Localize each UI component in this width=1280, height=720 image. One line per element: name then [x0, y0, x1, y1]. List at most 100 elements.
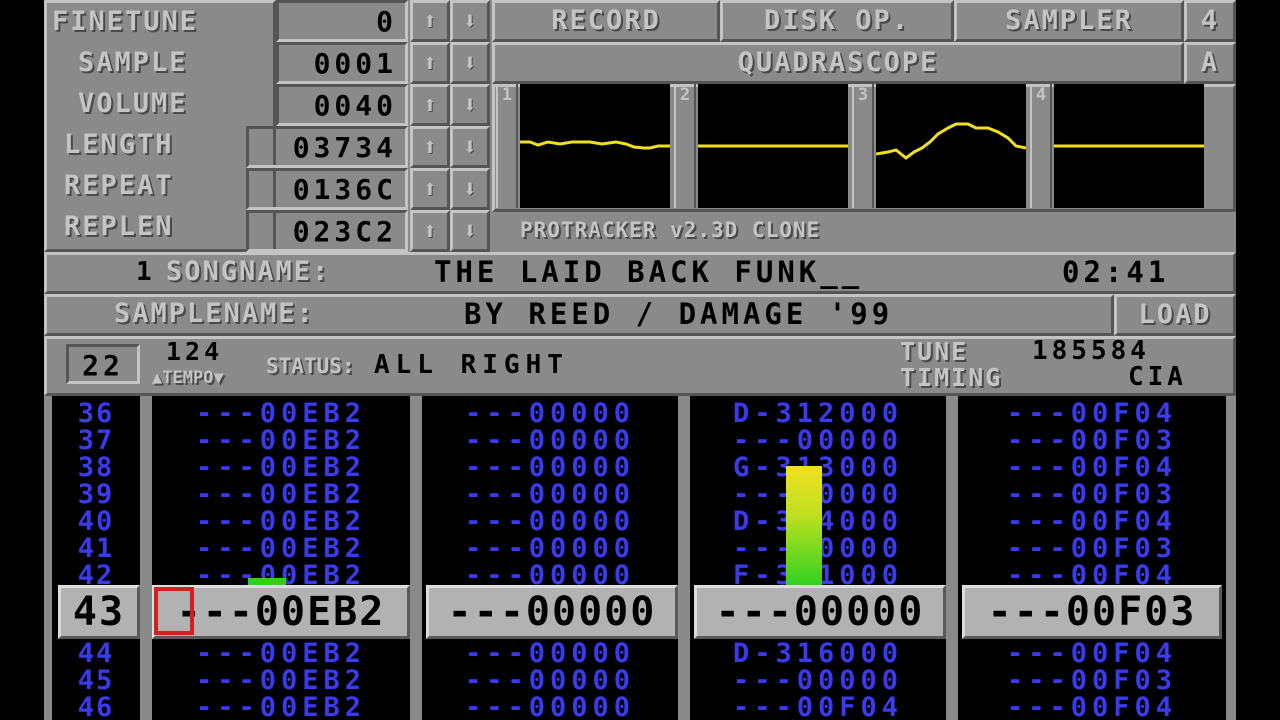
- pattern-cell[interactable]: ---00000: [422, 400, 678, 427]
- row-number: 37: [77, 425, 115, 456]
- pattern-cell[interactable]: ---00EB2: [152, 508, 410, 535]
- song-time: 02:41: [1062, 255, 1170, 289]
- load-button[interactable]: LOAD: [1114, 294, 1236, 336]
- pattern-cell[interactable]: D-316000: [690, 640, 946, 667]
- replen-up-arrow-icon[interactable]: ⬆: [410, 210, 450, 252]
- pattern-cell[interactable]: ---00F03: [958, 481, 1226, 508]
- pattern-cell[interactable]: ---00EB2: [152, 400, 410, 427]
- pattern-cell[interactable]: ---00F04: [958, 454, 1226, 481]
- scope-channel-3[interactable]: [876, 84, 1026, 208]
- current-row-number: 43: [58, 585, 140, 639]
- pattern-channel-2[interactable]: ---00000 ---00000 ---00000 ---00000 ---0…: [422, 396, 678, 720]
- volume-up-arrow-icon[interactable]: ⬆: [410, 84, 450, 126]
- sample-value[interactable]: 0001: [276, 42, 408, 84]
- pattern-cell[interactable]: ---00000: [422, 640, 678, 667]
- pattern-cell[interactable]: ---00EB2: [152, 640, 410, 667]
- length-label: LENGTH: [64, 129, 174, 160]
- pattern-cell[interactable]: ---00000: [422, 454, 678, 481]
- version-label: PROTRACKER v2.3D CLONE: [520, 218, 821, 242]
- length-down-arrow-icon[interactable]: ⬇: [450, 126, 490, 168]
- repeat-label: REPEAT: [64, 170, 174, 201]
- pattern-cell[interactable]: ---00F03: [958, 427, 1226, 454]
- pattern-cell[interactable]: ---00EB2: [152, 454, 410, 481]
- volume-down-arrow-icon[interactable]: ⬇: [450, 84, 490, 126]
- scope-channel-1-number[interactable]: 1: [496, 84, 518, 208]
- pattern-cell[interactable]: ---00000: [422, 535, 678, 562]
- edit-cursor[interactable]: [154, 587, 194, 635]
- finetune-down-arrow-icon[interactable]: ⬇: [450, 0, 490, 42]
- scope-channel-1[interactable]: [520, 84, 670, 208]
- sampler-button[interactable]: SAMPLER: [954, 0, 1184, 42]
- vu-meter-channel-1: [248, 578, 286, 585]
- finetune-value[interactable]: 0: [276, 0, 408, 42]
- pattern-channel-4[interactable]: ---00F04 ---00F03 ---00F04 ---00F03 ---0…: [958, 396, 1226, 720]
- volume-value[interactable]: 0040: [276, 84, 408, 126]
- current-row-channel-2[interactable]: ---00000: [426, 585, 678, 639]
- pattern-cell[interactable]: ---00EB2: [152, 535, 410, 562]
- row-number: 38: [77, 452, 115, 483]
- samplename-field[interactable]: BY REED / DAMAGE '99: [464, 294, 893, 334]
- tempo-up-arrow-icon[interactable]: ▲: [152, 368, 162, 388]
- pattern-cell[interactable]: ---00EB2: [152, 427, 410, 454]
- row-number: 36: [77, 398, 115, 429]
- protracker-window: FINETUNE SAMPLE VOLUME LENGTH REPEAT REP…: [44, 0, 1236, 720]
- current-row-channel-4[interactable]: ---00F03: [962, 585, 1222, 639]
- quadrascope-title[interactable]: QUADRASCOPE: [492, 42, 1184, 84]
- timing-label: TIMING: [900, 363, 1003, 392]
- replen-value[interactable]: 023C2: [246, 210, 408, 252]
- repeat-up-arrow-icon[interactable]: ⬆: [410, 168, 450, 210]
- a-button[interactable]: A: [1184, 42, 1236, 84]
- pattern-cell[interactable]: ---00F04: [690, 694, 946, 720]
- length-value[interactable]: 03734: [246, 126, 408, 168]
- pattern-cell[interactable]: ---00000: [422, 694, 678, 720]
- disk-op-button[interactable]: DISK OP.: [720, 0, 954, 42]
- row-number: 44: [77, 638, 115, 669]
- four-button[interactable]: 4: [1184, 0, 1236, 42]
- volume-label: VOLUME: [78, 88, 188, 119]
- timing-value[interactable]: CIA: [1128, 357, 1187, 397]
- replen-down-arrow-icon[interactable]: ⬇: [450, 210, 490, 252]
- current-row-channel-3[interactable]: ---00000: [694, 585, 946, 639]
- finetune-up-arrow-icon[interactable]: ⬆: [410, 0, 450, 42]
- scope-channel-2[interactable]: [698, 84, 848, 208]
- pattern-cell[interactable]: ---00000: [422, 667, 678, 694]
- scope-channel-4-number[interactable]: 4: [1030, 84, 1052, 208]
- pattern-cell[interactable]: ---00EB2: [152, 481, 410, 508]
- pattern-cell[interactable]: ---00EB2: [152, 694, 410, 720]
- tempo-down-arrow-icon[interactable]: ▼: [213, 368, 223, 388]
- pattern-cell[interactable]: ---00F04: [958, 508, 1226, 535]
- row-number: 41: [77, 533, 115, 564]
- repeat-down-arrow-icon[interactable]: ⬇: [450, 168, 490, 210]
- tempo-control[interactable]: ▲TEMPO▼: [152, 358, 224, 398]
- songname-field[interactable]: THE LAID BACK FUNK__: [434, 252, 863, 292]
- sample-up-arrow-icon[interactable]: ⬆: [410, 42, 450, 84]
- repeat-value[interactable]: 0136C: [246, 168, 408, 210]
- pattern-channel-1[interactable]: ---00EB2 ---00EB2 ---00EB2 ---00EB2 ---0…: [152, 396, 410, 720]
- scope-channel-2-number[interactable]: 2: [674, 84, 696, 208]
- scope-channel-3-number[interactable]: 3: [852, 84, 874, 208]
- pattern-cell[interactable]: ---00000: [690, 667, 946, 694]
- finetune-label: FINETUNE: [52, 6, 199, 37]
- length-up-arrow-icon[interactable]: ⬆: [410, 126, 450, 168]
- pattern-cell[interactable]: ---00000: [422, 481, 678, 508]
- position-value[interactable]: 22: [66, 344, 140, 384]
- row-number: 45: [77, 665, 115, 696]
- pattern-cell[interactable]: ---00F04: [958, 400, 1226, 427]
- row-number-column: 36 37 38 39 40 41 42 44 45 46: [52, 396, 140, 720]
- samplename-label: SAMPLENAME:: [114, 298, 315, 329]
- pattern-cell[interactable]: ---00000: [422, 508, 678, 535]
- sample-label: SAMPLE: [78, 47, 188, 78]
- pattern-cell[interactable]: D-312000: [690, 400, 946, 427]
- status-label: STATUS:: [266, 354, 355, 378]
- pattern-cell[interactable]: ---00F04: [958, 640, 1226, 667]
- pattern-cell[interactable]: ---00F03: [958, 535, 1226, 562]
- replen-label: REPLEN: [64, 211, 174, 242]
- pattern-cell[interactable]: ---00000: [690, 427, 946, 454]
- sample-down-arrow-icon[interactable]: ⬇: [450, 42, 490, 84]
- pattern-cell[interactable]: ---00F04: [958, 694, 1226, 720]
- pattern-cell[interactable]: ---00EB2: [152, 667, 410, 694]
- scope-channel-4[interactable]: [1054, 84, 1204, 208]
- record-button[interactable]: RECORD: [492, 0, 720, 42]
- pattern-cell[interactable]: ---00000: [422, 427, 678, 454]
- pattern-cell[interactable]: ---00F03: [958, 667, 1226, 694]
